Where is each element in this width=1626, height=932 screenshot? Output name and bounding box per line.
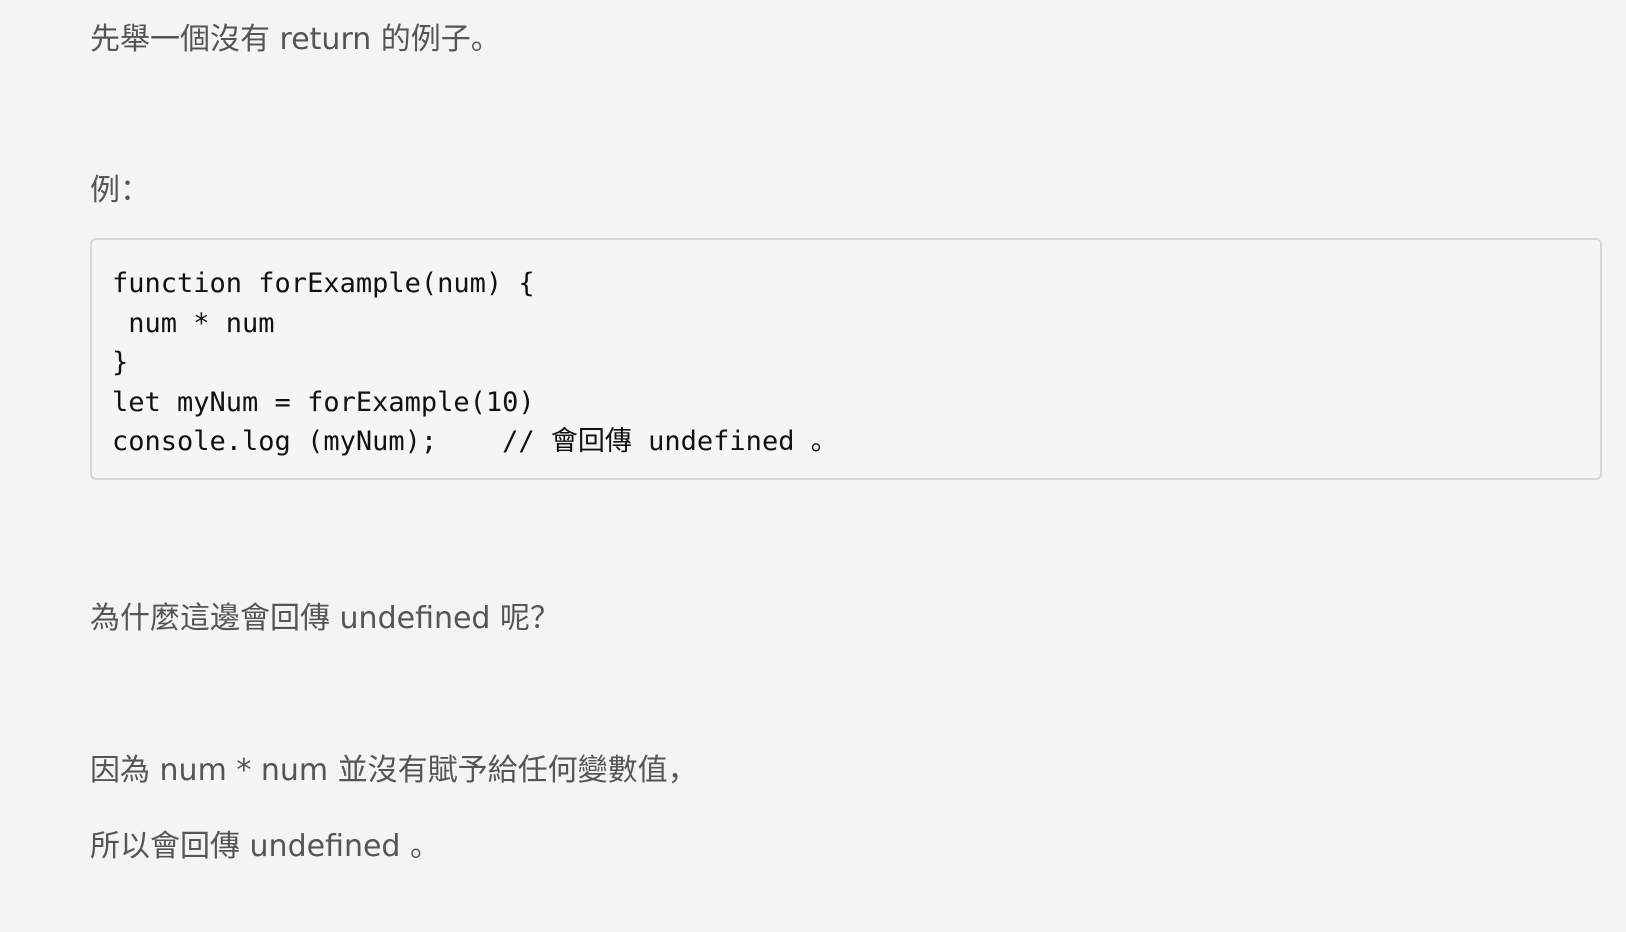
answer-paragraph: 所以會回傳 undefined 。 xyxy=(90,829,441,864)
code-line: num * num xyxy=(112,307,275,339)
code-line: } xyxy=(112,347,129,378)
answer-paragraph: 因為 num * num 並沒有賦予給任何變數值， xyxy=(90,753,698,788)
example-label: 例： xyxy=(90,173,150,208)
question-paragraph: 為什麼這邊會回傳 undefined 呢？ xyxy=(90,601,561,636)
code-line: function forExample(num) { xyxy=(112,268,535,299)
code-block: function forExample(num) { num * num } l… xyxy=(90,238,1602,480)
code-line: let myNum = forExample(10) xyxy=(112,386,535,418)
code-line: console.log (myNum); // 會回傳 undefined 。 xyxy=(112,426,838,457)
intro-paragraph: 先舉一個沒有 return 的例子。 xyxy=(90,22,501,57)
